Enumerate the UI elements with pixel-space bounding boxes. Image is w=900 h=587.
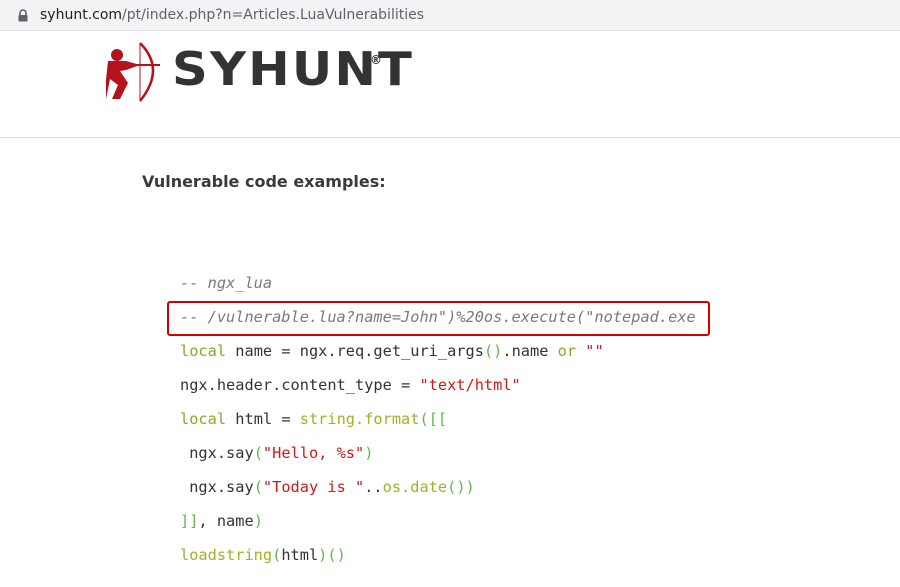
code-token: ( (253, 444, 263, 462)
code-token: () (483, 342, 503, 360)
code-token: string.format (299, 410, 420, 428)
section-heading: Vulnerable code examples: (142, 172, 386, 191)
url-path: /pt/index.php?n=Articles.LuaVulnerabilit… (122, 7, 425, 23)
code-token: ) (253, 512, 263, 530)
code-line: ngx.say("Today is "..os.date()) (180, 477, 475, 497)
code-token: ()) (447, 478, 475, 496)
archer-logo-icon (106, 42, 160, 102)
code-token: html (281, 546, 319, 564)
code-token: local (180, 342, 227, 360)
code-token: .name (502, 342, 558, 360)
syhunt-logo[interactable]: SYHUNT ® (106, 41, 412, 103)
code-line-highlighted: -- /vulnerable.lua?name=John")%20os.exec… (180, 307, 696, 327)
code-token: "Hello, %s" (262, 444, 365, 462)
code-token: loadstring (180, 546, 273, 564)
code-line: local html = string.format([[ (180, 409, 447, 429)
code-token: ( (253, 478, 263, 496)
code-token: or (557, 342, 577, 360)
code-token: "" (585, 342, 604, 360)
code-line: loadstring(html)() (180, 545, 346, 565)
code-token: "Today is " (262, 478, 365, 496)
code-token: , name (198, 512, 254, 530)
code-token: ) (364, 444, 374, 462)
code-line: -- ngx_lua (180, 273, 272, 293)
code-line: ngx.header.content_type = "text/html" (180, 375, 521, 395)
code-token: name = ngx.req.get_uri_args (226, 342, 484, 360)
registered-mark: ® (370, 53, 382, 67)
code-line: local name = ngx.req.get_uri_args().name… (180, 341, 604, 361)
url-domain: syhunt.com (40, 7, 123, 23)
code-token: )() (318, 546, 346, 564)
code-token: ( (272, 546, 282, 564)
code-token: ngx.say (180, 444, 254, 462)
code-token: html = (226, 410, 300, 428)
code-token: ([[ (419, 410, 448, 428)
lock-icon[interactable] (17, 9, 29, 22)
code-token: ngx.header.content_type = (180, 376, 420, 394)
code-token: -- ngx_lua (180, 274, 273, 292)
code-token: "text/html" (419, 376, 521, 394)
code-token: os.date (382, 478, 448, 496)
code-line: ]], name) (180, 511, 263, 531)
address-bar[interactable]: syhunt.com/pt/index.php?n=Articles.LuaVu… (0, 0, 900, 31)
code-token: .. (364, 478, 383, 496)
code-token: -- /vulnerable.lua?name=John")%20os.exec… (180, 308, 696, 326)
site-header: SYHUNT ® (0, 31, 900, 138)
code-line: ngx.say("Hello, %s") (180, 443, 373, 463)
code-token: local (180, 410, 227, 428)
url-text[interactable]: syhunt.com/pt/index.php?n=Articles.LuaVu… (40, 7, 424, 23)
code-token: ngx.say (180, 478, 254, 496)
code-token: ]] (180, 512, 199, 530)
